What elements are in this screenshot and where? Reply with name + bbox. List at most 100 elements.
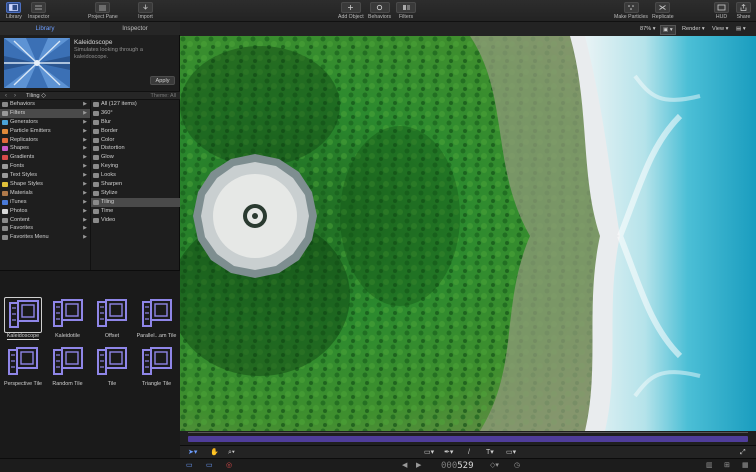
make-particles-button[interactable]: Make Particles: [614, 2, 648, 20]
replicate-icon: [655, 2, 671, 13]
library-item-tile[interactable]: Triangle Tile: [135, 343, 179, 391]
subcategory-item[interactable]: Glow: [91, 153, 180, 162]
timecode-display[interactable]: 000529: [441, 460, 474, 472]
paint-stroke-icon[interactable]: /: [468, 448, 470, 457]
preview-thumbnail: [4, 38, 70, 88]
category-item[interactable]: Materials ▶: [0, 189, 90, 198]
subcategory-item[interactable]: Sharpen: [91, 180, 180, 189]
subcategory-item[interactable]: 360°: [91, 109, 180, 118]
category-item[interactable]: Replicators ▶: [0, 136, 90, 145]
subcategory-item[interactable]: Blur: [91, 118, 180, 127]
behaviors-button[interactable]: Behaviors: [368, 2, 391, 20]
category-icon: [2, 110, 8, 116]
library-item-tile[interactable]: Offset: [90, 295, 134, 343]
category-item[interactable]: Favorites ▶: [0, 224, 90, 233]
text-tool-icon[interactable]: T▾: [486, 448, 494, 457]
filmstrip-icon[interactable]: ▥: [706, 461, 713, 471]
channels-menu[interactable]: ▣ ▾: [660, 25, 676, 35]
chevron-right-icon: ▶: [83, 181, 87, 188]
library-item-tile[interactable]: Parallel...am Tile: [135, 295, 179, 343]
canvas-viewer[interactable]: [180, 36, 756, 431]
library-button[interactable]: Library: [6, 2, 22, 20]
category-item[interactable]: Shape Styles ▶: [0, 180, 90, 189]
category-item[interactable]: iTunes ▶: [0, 198, 90, 207]
mask-tool-icon[interactable]: ▭▾: [506, 448, 516, 457]
play-icon[interactable]: ▶: [416, 461, 421, 471]
clock-icon[interactable]: ◷: [514, 461, 520, 471]
tile-label: Random Tile: [52, 381, 83, 387]
subcategory-list: All (127 items) 360° Blur Border Color Distor…: [90, 100, 180, 270]
chevron-right-icon: ▶: [83, 154, 87, 161]
breadcrumb[interactable]: Tiling ◇: [26, 92, 46, 100]
add-object-button[interactable]: Add Object: [338, 2, 364, 20]
replicate-button[interactable]: Replicate: [652, 2, 674, 20]
tile-filter-icon: [93, 345, 131, 381]
make-particles-label: Make Particles: [614, 14, 649, 20]
preview-title: Kaleidoscope: [74, 39, 113, 46]
apply-button[interactable]: Apply: [150, 76, 175, 85]
canvas-toolbar: ➤▾ ✋ ⌕▾ ▭▾ ✒▾ / T▾ ▭▾ ⤢: [180, 445, 756, 458]
subcategory-item[interactable]: Distortion: [91, 144, 180, 153]
category-item[interactable]: Filters ▶: [0, 108, 90, 118]
subcategory-item[interactable]: Border: [91, 127, 180, 136]
render-menu[interactable]: Render ▾: [682, 24, 705, 34]
subcategory-item[interactable]: All (127 items): [91, 100, 180, 109]
subcategory-item[interactable]: Tiling: [91, 197, 180, 207]
import-button[interactable]: Import: [138, 2, 153, 20]
tile-label: Perspective Tile: [3, 381, 43, 387]
project-pane-label: Project Pane: [88, 14, 118, 20]
keyframe-icon[interactable]: ▦: [742, 461, 749, 471]
category-item[interactable]: Text Styles ▶: [0, 171, 90, 180]
hand-icon[interactable]: ✋: [210, 448, 219, 457]
settings-icon[interactable]: ◇▾: [490, 461, 499, 471]
category-item[interactable]: Content ▶: [0, 216, 90, 225]
forward-arrow-icon[interactable]: ›: [14, 92, 16, 100]
timeline-bar[interactable]: [188, 436, 748, 442]
mini-timeline[interactable]: [180, 431, 756, 445]
expand-icon[interactable]: ⤢: [740, 448, 746, 457]
zoom-icon[interactable]: ⌕▾: [228, 448, 235, 457]
subcategory-item[interactable]: Video: [91, 216, 180, 225]
category-item[interactable]: Shapes ▶: [0, 144, 90, 153]
chevron-right-icon: ▶: [83, 234, 87, 241]
tile-filter-icon: [4, 345, 42, 381]
filters-button[interactable]: Filters: [396, 2, 416, 20]
subcategory-item[interactable]: Stylize: [91, 189, 180, 198]
pen-tool-icon[interactable]: ✒▾: [444, 448, 453, 457]
library-item-tile[interactable]: Kaleidotile: [46, 295, 90, 343]
tab-library[interactable]: Library: [0, 22, 90, 35]
back-arrow-icon[interactable]: ‹: [5, 92, 7, 100]
category-item[interactable]: Favorites Menu ▶: [0, 233, 90, 242]
play-backward-icon[interactable]: ◀: [402, 461, 407, 471]
share-button[interactable]: Share: [736, 2, 751, 20]
subcategory-item[interactable]: Keying: [91, 162, 180, 171]
layout-menu[interactable]: ▤ ▾: [736, 24, 746, 34]
loop-icon[interactable]: ▭: [206, 461, 213, 471]
library-item-tile[interactable]: Tile: [90, 343, 134, 391]
zoom-level[interactable]: 87% ▾: [640, 24, 656, 34]
inspector-button[interactable]: Inspector: [28, 2, 49, 20]
library-item-tile[interactable]: Random Tile: [46, 343, 90, 391]
subcategory-item[interactable]: Looks: [91, 171, 180, 180]
category-item[interactable]: Gradients ▶: [0, 153, 90, 162]
hud-button[interactable]: HUD: [714, 2, 729, 20]
theme-filter[interactable]: Theme: All: [151, 92, 176, 100]
subcategory-item[interactable]: Color: [91, 136, 180, 145]
audio-icon[interactable]: ⊞: [724, 461, 730, 471]
category-item[interactable]: Particle Emitters ▶: [0, 127, 90, 136]
shape-tool-icon[interactable]: ▭▾: [424, 448, 434, 457]
category-item[interactable]: Photos ▶: [0, 207, 90, 216]
subcategory-item[interactable]: Time: [91, 207, 180, 216]
category-item[interactable]: Fonts ▶: [0, 162, 90, 171]
library-item-tile[interactable]: Perspective Tile: [1, 343, 45, 391]
project-pane-button[interactable]: Project Pane: [88, 2, 118, 20]
library-item-tile[interactable]: Kaleidoscope: [1, 295, 45, 343]
category-item[interactable]: Behaviors ▶: [0, 100, 90, 109]
view-menu[interactable]: View ▾: [712, 24, 728, 34]
tile-label: Tile: [107, 381, 117, 387]
category-item[interactable]: Generators ▶: [0, 118, 90, 127]
select-arrow-icon[interactable]: ➤▾: [188, 448, 197, 457]
tab-inspector[interactable]: Inspector: [90, 22, 180, 35]
stop-icon[interactable]: ◎: [226, 461, 232, 471]
record-icon[interactable]: ▭: [186, 461, 193, 471]
